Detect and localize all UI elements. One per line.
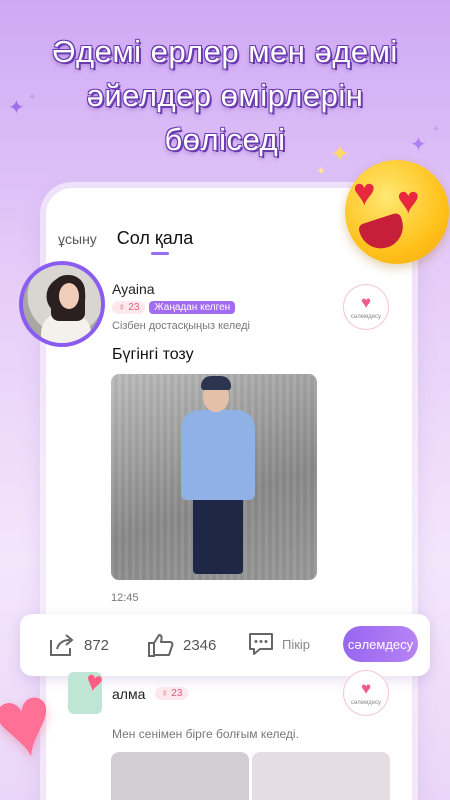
sparkle-icon: ✦ bbox=[8, 97, 25, 119]
sparkle-icon: ✦ bbox=[410, 134, 427, 156]
thumbs-up-icon bbox=[148, 634, 174, 657]
comment-icon bbox=[249, 633, 273, 655]
age-value: 23 bbox=[171, 688, 183, 699]
share-icon bbox=[50, 634, 74, 656]
sparkle-icon: ✦ bbox=[316, 164, 327, 178]
post-time: 12:45 bbox=[111, 592, 139, 604]
sparkle-icon: ✦ bbox=[432, 124, 441, 135]
heart-eyes-emoji-icon: ♥ ♥ bbox=[345, 160, 449, 264]
headline-line-1: Әдемі ерлер мен әдемі bbox=[52, 34, 398, 69]
comment-button[interactable]: Пікір bbox=[248, 632, 310, 656]
age-value: 23 bbox=[128, 302, 140, 313]
greet-button[interactable]: ♥ сәлемдесу bbox=[343, 284, 389, 330]
user-status: Сізбен достасқыңыз келеді bbox=[112, 320, 250, 332]
headline-line-2: әйелдер өмірлерін bbox=[86, 78, 364, 113]
female-symbol-icon: ♀ bbox=[118, 302, 126, 313]
greet-button[interactable]: ♥ сәлемдесу bbox=[343, 670, 389, 716]
age-badge: ♀ 23 bbox=[112, 301, 146, 314]
post-text: Бүгінгі тозу bbox=[112, 346, 194, 363]
comment-label: Пікір bbox=[282, 636, 311, 652]
greet-button-label: сәлемдесу bbox=[350, 314, 382, 320]
sparkle-icon: ✦ bbox=[330, 141, 351, 168]
share-button[interactable]: 872 bbox=[48, 632, 109, 658]
female-symbol-icon: ♀ bbox=[161, 688, 169, 699]
user-meta: ♀ 23 Жаңадан келген bbox=[112, 301, 236, 314]
tab-recommend[interactable]: ұсыну bbox=[58, 231, 97, 247]
post-photo[interactable] bbox=[111, 752, 249, 800]
greet-cta-button[interactable]: сәлемдесу bbox=[343, 626, 418, 662]
tab-same-city[interactable]: Сол қала bbox=[117, 228, 193, 255]
post-photo[interactable] bbox=[111, 374, 317, 580]
post-photo[interactable] bbox=[252, 752, 390, 800]
like-count: 2346 bbox=[183, 636, 217, 654]
post-user-name[interactable]: Ayaina bbox=[112, 281, 155, 297]
sparkle-icon: ✦ bbox=[28, 92, 37, 103]
greet-button-label: сәлемдесу bbox=[350, 700, 382, 706]
heart-icon: ♥ bbox=[360, 293, 372, 312]
promo-headline: Әдемі ерлер мен әдемі әйелдер өмірлерін … bbox=[0, 30, 450, 162]
share-count: 872 bbox=[84, 636, 110, 654]
heart-icon: ♥ bbox=[360, 679, 372, 698]
post-user-name[interactable]: алма bbox=[112, 686, 145, 702]
headline-line-3: бөліседі bbox=[164, 122, 286, 157]
age-badge: ♀ 23 bbox=[155, 687, 189, 700]
post-action-bar: 872 2346 Пікір сәлемдесу bbox=[20, 614, 430, 676]
user-status: Мен сенімен бірге болғым келеді. bbox=[112, 727, 299, 741]
avatar[interactable] bbox=[19, 261, 105, 347]
feed-tabs: ұсыну Сол қала bbox=[58, 228, 193, 255]
like-button[interactable]: 2346 bbox=[147, 632, 216, 658]
new-user-badge: Жаңадан келген bbox=[149, 301, 236, 314]
